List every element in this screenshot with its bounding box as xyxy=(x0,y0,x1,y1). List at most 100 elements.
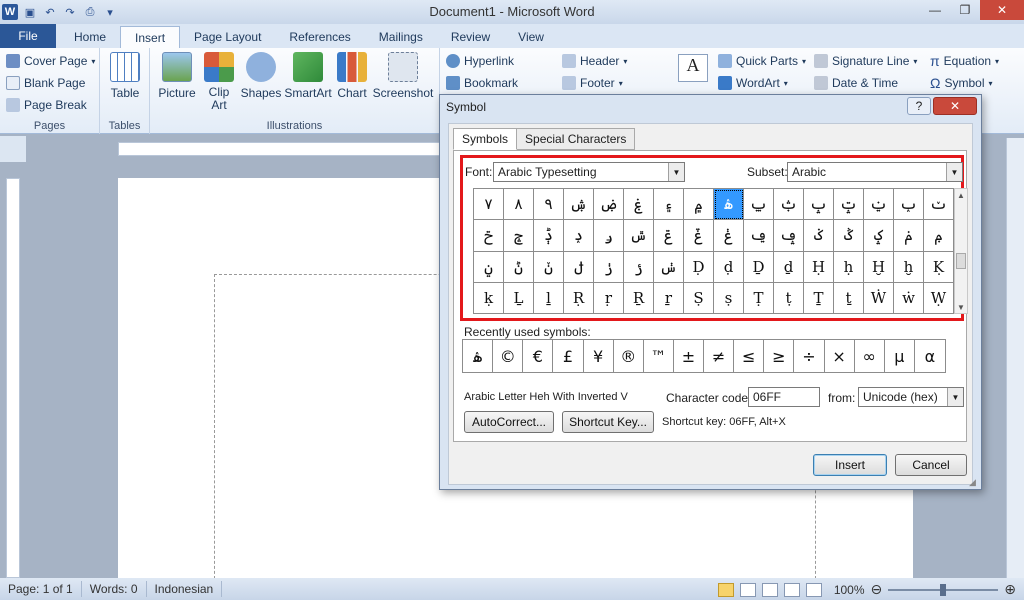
recent-symbol-cell[interactable]: € xyxy=(523,340,554,372)
scroll-up-icon[interactable]: ▲ xyxy=(955,189,967,201)
chevron-down-icon[interactable]: ▼ xyxy=(668,163,684,181)
symbol-cell[interactable]: Ẉ xyxy=(924,282,954,314)
shapes-button[interactable]: Shapes xyxy=(240,52,282,100)
symbol-cell[interactable]: ݫ xyxy=(594,251,624,283)
symbol-cell[interactable]: ḻ xyxy=(534,282,564,314)
recent-symbol-cell[interactable]: ± xyxy=(674,340,704,372)
text-box-icon[interactable]: A xyxy=(678,54,708,82)
bookmark-button[interactable]: Bookmark xyxy=(440,72,550,94)
recent-symbol-cell[interactable]: ™ xyxy=(644,340,674,372)
symbol-cell[interactable]: Ṟ xyxy=(624,282,654,314)
hyperlink-button[interactable]: Hyperlink xyxy=(440,50,550,72)
shortcut-key-button[interactable]: Shortcut Key... xyxy=(562,411,654,433)
zoom-out-icon[interactable]: ⊖ xyxy=(871,581,883,598)
symbol-cell[interactable]: ݝ xyxy=(654,220,684,252)
symbol-cell[interactable]: ݠ xyxy=(744,220,774,252)
zoom-in-icon[interactable]: ⊕ xyxy=(1004,581,1016,598)
word-logo-icon[interactable]: W xyxy=(2,4,18,20)
picture-button[interactable]: Picture xyxy=(156,52,198,100)
customize-qat-icon[interactable]: ▾ xyxy=(102,4,118,20)
symbol-cell[interactable]: ݪ xyxy=(564,251,594,283)
symbol-cell[interactable]: ṯ xyxy=(834,282,864,314)
tab-references[interactable]: References xyxy=(275,26,364,48)
symbol-cell[interactable]: ݒ xyxy=(804,189,834,221)
recent-symbol-cell[interactable]: © xyxy=(493,340,524,372)
symbol-cell[interactable]: ݧ xyxy=(474,251,504,283)
chevron-down-icon[interactable]: ▼ xyxy=(947,388,963,406)
symbol-cell[interactable]: ݜ xyxy=(624,220,654,252)
symbol-cell[interactable]: Ḳ xyxy=(924,251,954,283)
print-layout-view-icon[interactable] xyxy=(717,582,734,597)
recent-symbol-cell[interactable]: ¥ xyxy=(584,340,614,372)
recent-symbol-cell[interactable]: £ xyxy=(553,340,584,372)
recent-symbol-cell[interactable]: ® xyxy=(614,340,644,372)
symbol-cell[interactable]: Ḏ xyxy=(744,251,774,283)
tab-review[interactable]: Review xyxy=(437,26,504,48)
chart-button[interactable]: Chart xyxy=(334,52,370,100)
quick-parts-button[interactable]: Quick Parts ▾ xyxy=(712,50,806,72)
insert-button[interactable]: Insert xyxy=(813,454,887,476)
symbol-cell[interactable]: ݕ xyxy=(894,189,924,221)
footer-button[interactable]: Footer ▾ xyxy=(556,72,666,94)
symbol-cell[interactable]: ۽ xyxy=(654,189,684,221)
autocorrect-button[interactable]: AutoCorrect... xyxy=(464,411,554,433)
recent-symbol-cell[interactable]: α xyxy=(915,340,945,372)
tab-view[interactable]: View xyxy=(504,26,558,48)
vertical-scrollbar[interactable] xyxy=(1006,138,1024,578)
cover-page-button[interactable]: Cover Page ▾ xyxy=(0,50,99,72)
symbol-cell[interactable]: ݙ xyxy=(534,220,564,252)
header-button[interactable]: Header ▾ xyxy=(556,50,666,72)
symbol-cell[interactable]: ۻ xyxy=(594,189,624,221)
symbol-cell[interactable]: ݥ xyxy=(894,220,924,252)
close-button[interactable]: ✕ xyxy=(980,0,1024,20)
zoom-slider[interactable] xyxy=(888,583,999,596)
save-icon[interactable]: ▣ xyxy=(22,4,38,20)
symbol-cell[interactable]: ۾ xyxy=(684,189,714,221)
symbol-cell[interactable]: ḏ xyxy=(774,251,804,283)
symbol-cell[interactable]: Ṯ xyxy=(804,282,834,314)
draft-view-icon[interactable] xyxy=(805,582,822,597)
font-select[interactable]: Arabic Typesetting ▼ xyxy=(493,162,685,182)
vertical-ruler[interactable] xyxy=(6,178,20,578)
symbol-cell[interactable]: ۺ xyxy=(564,189,594,221)
full-screen-view-icon[interactable] xyxy=(739,582,756,597)
symbol-cell[interactable]: ḫ xyxy=(894,251,924,283)
word-count[interactable]: Words: 0 xyxy=(82,581,147,597)
symbol-cell[interactable]: ݖ xyxy=(924,189,954,221)
recent-symbol-cell[interactable]: × xyxy=(825,340,855,372)
character-code-input[interactable]: 06FF xyxy=(748,387,820,407)
symbol-cell[interactable]: Ḫ xyxy=(864,251,894,283)
page-count[interactable]: Page: 1 of 1 xyxy=(0,581,82,597)
symbol-cell[interactable]: ݢ xyxy=(804,220,834,252)
symbol-button[interactable]: Ω Symbol ▾ xyxy=(924,72,1024,94)
zoom-level[interactable]: 100% xyxy=(834,583,865,597)
recent-symbol-cell[interactable]: µ xyxy=(885,340,915,372)
symbol-cell[interactable]: ݑ xyxy=(774,189,804,221)
tab-file[interactable]: File xyxy=(0,24,56,48)
symbol-cell[interactable]: ẇ xyxy=(894,282,924,314)
symbol-cell[interactable]: ۷ xyxy=(474,189,504,221)
recent-symbol-cell[interactable]: ≤ xyxy=(734,340,765,372)
recent-symbol-cell[interactable]: ۿ xyxy=(463,340,494,372)
recent-symbol-cell[interactable]: ÷ xyxy=(794,340,825,372)
symbol-cell[interactable]: Ṭ xyxy=(744,282,774,314)
tab-selector[interactable] xyxy=(0,136,26,162)
restore-button[interactable]: ❐ xyxy=(950,0,980,20)
undo-icon[interactable]: ↶ xyxy=(42,4,58,20)
symbol-cell[interactable]: ṛ xyxy=(594,282,624,314)
cancel-button[interactable]: Cancel xyxy=(895,454,967,476)
symbol-cell[interactable]: ḳ xyxy=(474,282,504,314)
language-indicator[interactable]: Indonesian xyxy=(147,581,223,597)
symbol-cell[interactable]: ݟ xyxy=(714,220,744,252)
symbol-cell[interactable]: ݭ xyxy=(654,251,684,283)
symbol-cell[interactable]: ݘ xyxy=(504,220,534,252)
tab-home[interactable]: Home xyxy=(60,26,120,48)
print-icon[interactable]: ⎙ xyxy=(82,4,98,20)
symbol-cell[interactable]: ۹ xyxy=(534,189,564,221)
clip-art-button[interactable]: Clip Art xyxy=(202,52,236,112)
symbol-cell[interactable]: ݚ xyxy=(564,220,594,252)
symbol-cell[interactable]: Ḻ xyxy=(504,282,534,314)
symbol-cell[interactable]: ݞ xyxy=(684,220,714,252)
page-break-button[interactable]: Page Break xyxy=(0,94,99,116)
symbol-cell[interactable]: Ṣ xyxy=(684,282,714,314)
